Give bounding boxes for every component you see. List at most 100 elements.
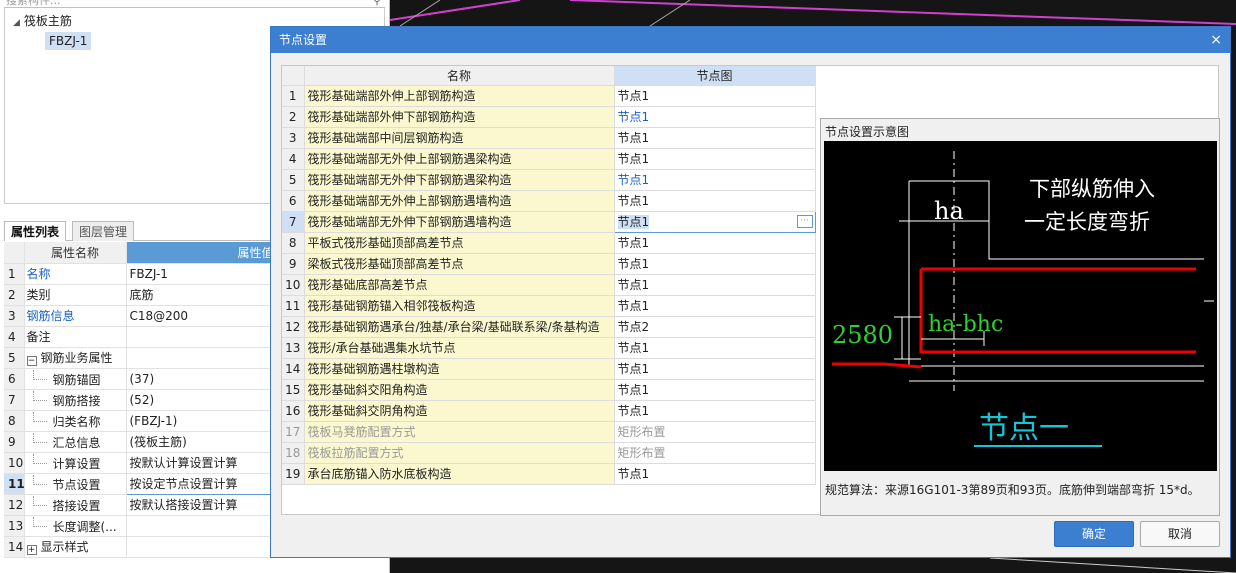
grid-row-number: 18 [282, 442, 305, 464]
grid-row[interactable]: 13 筏形/承台基础遇集水坑节点 节点1 [282, 337, 816, 359]
grid-name-cell: 筏形基础端部中间层钢筋构造 [304, 127, 615, 149]
grid-node-cell[interactable]: 节点1 ··· [613, 210, 816, 233]
close-icon[interactable]: × [1210, 27, 1222, 53]
property-name: 显示样式 [40, 540, 89, 554]
grid-name-cell: 筏形/承台基础遇集水坑节点 [304, 337, 615, 359]
tree-root-item[interactable]: ◢ 筏板主筋 [13, 12, 72, 30]
grid-node-cell[interactable]: 节点1 [614, 148, 816, 170]
grid-row-number: 5 [282, 169, 305, 191]
grid-row[interactable]: 3 筏形基础端部中间层钢筋构造 节点1 [282, 127, 816, 149]
grid-node-cell[interactable]: 节点1 [614, 274, 816, 296]
grid-node-cell[interactable]: 节点1 [614, 85, 816, 107]
grid-row[interactable]: 15 筏形基础斜交阳角构造 节点1 [282, 379, 816, 401]
row-number: 14 [4, 536, 25, 558]
grid-node-cell[interactable]: 节点1 [614, 295, 816, 317]
grid-row-number: 17 [282, 421, 305, 443]
node-diagram: ha 下部纵筋伸入 一定长度弯折 2580 ha-bhc 节点一 [824, 141, 1217, 471]
label-text1: 下部纵筋伸入 [1029, 177, 1155, 201]
grid-node-cell[interactable]: 节点1 [614, 463, 816, 485]
collapse-icon[interactable]: − [26, 356, 37, 366]
row-number: 4 [4, 326, 25, 348]
property-name-cell: 长度调整(... [24, 515, 127, 537]
grid-header-name: 名称 [304, 66, 615, 86]
grid-node-cell[interactable]: 节点1 [614, 232, 816, 254]
row-number: 13 [4, 515, 25, 537]
grid-row-number: 15 [282, 379, 305, 401]
property-name-cell: 计算设置 [24, 452, 127, 474]
grid-node-cell[interactable]: 矩形布置 [614, 421, 816, 443]
property-name: 汇总信息 [52, 435, 101, 450]
row-number: 1 [4, 263, 25, 285]
ok-button[interactable]: 确定 [1054, 521, 1134, 547]
grid-node-cell[interactable]: 节点1 [614, 106, 816, 128]
label-text2: 一定长度弯折 [1024, 210, 1150, 234]
property-name-cell: 名称 [24, 263, 127, 285]
grid-node-cell[interactable]: 节点1 [614, 337, 816, 359]
ellipsis-button-icon[interactable]: ··· [796, 214, 813, 228]
grid-row[interactable]: 12 筏形基础钢筋遇承台/独基/承台梁/基础联系梁/条基构造 节点2 [282, 316, 816, 338]
row-number: 5 [4, 347, 25, 369]
grid-row[interactable]: 16 筏形基础斜交阴角构造 节点1 [282, 400, 816, 422]
grid-name-cell: 筏板拉筋配置方式 [304, 442, 615, 464]
grid-row-number: 19 [282, 463, 305, 485]
grid-name-cell: 平板式筏形基础顶部高差节点 [304, 232, 615, 254]
grid-node-cell[interactable]: 节点1 [614, 379, 816, 401]
row-number: 3 [4, 305, 25, 327]
grid-name-cell: 筏形基础端部外伸下部钢筋构造 [304, 106, 615, 128]
expand-icon[interactable]: + [26, 545, 37, 555]
grid-row[interactable]: 6 筏形基础端部无外伸上部钢筋遇墙构造 节点1 [282, 190, 816, 212]
tab-layer-manager[interactable]: 图层管理 [72, 221, 135, 241]
grid-row[interactable]: 9 梁板式筏形基础顶部高差节点 节点1 [282, 253, 816, 275]
property-name: 名称 [26, 267, 51, 281]
grid-row[interactable]: 7 筏形基础端部无外伸下部钢筋遇墙构造 节点1 ··· [282, 210, 816, 233]
property-name-cell: 钢筋信息 [24, 305, 127, 327]
grid-row-number: 11 [282, 295, 305, 317]
collapse-triangle-icon[interactable]: ◢ [13, 18, 20, 28]
grid-node-cell[interactable]: 节点1 [614, 358, 816, 380]
grid-node-cell[interactable]: 节点1 [614, 190, 816, 212]
property-name: 类别 [26, 288, 51, 302]
tree-indent [32, 432, 47, 443]
search-input[interactable]: 搜索构件... [6, 0, 61, 7]
tree-indent [32, 369, 47, 380]
dialog-titlebar: 节点设置 × [271, 27, 1230, 53]
grid-row[interactable]: 19 承台底筋锚入防水底板构造 节点1 [282, 463, 816, 485]
search-icon[interactable]: ⚲ [373, 0, 381, 7]
grid-node-cell[interactable]: 节点1 [614, 400, 816, 422]
grid-row[interactable]: 11 筏形基础钢筋锚入相邻筏板构造 节点1 [282, 295, 816, 317]
node-edit-value[interactable]: 节点1 [617, 215, 650, 229]
grid-row[interactable]: 1 筏形基础端部外伸上部钢筋构造 节点1 [282, 85, 816, 107]
grid-row[interactable]: 17 筏板马凳筋配置方式 矩形布置 [282, 421, 816, 443]
property-name-cell: 搭接设置 [24, 494, 127, 516]
grid-node-cell[interactable]: 节点1 [614, 169, 816, 191]
grid-row-number: 12 [282, 316, 305, 338]
grid-node-cell[interactable]: 矩形布置 [614, 442, 816, 464]
tree-indent [32, 390, 47, 401]
row-number: 2 [4, 284, 25, 306]
grid-node-cell[interactable]: 节点2 [614, 316, 816, 338]
tree-indent [32, 516, 47, 527]
tree-item-fbzj-1[interactable]: FBZJ-1 [45, 32, 92, 50]
grid-node-cell[interactable]: 节点1 [614, 253, 816, 275]
property-name-cell: 钢筋搭接 [24, 389, 127, 411]
grid-row[interactable]: 5 筏形基础端部无外伸下部钢筋遇梁构造 节点1 [282, 169, 816, 191]
node-settings-dialog: 节点设置 × 名称 节点图 1 筏形基础端部外伸上部钢筋构造 节点1 2 筏形基础端部外… [270, 26, 1231, 558]
grid-name-cell: 筏板马凳筋配置方式 [304, 421, 615, 443]
label-ha-bhc: ha-bhc [928, 312, 1003, 337]
grid-row[interactable]: 18 筏板拉筋配置方式 矩形布置 [282, 442, 816, 464]
tab-property-list[interactable]: 属性列表 [4, 221, 67, 241]
search-box[interactable]: 搜索构件... ⚲ [4, 0, 385, 8]
cancel-button[interactable]: 取消 [1140, 521, 1220, 547]
grid-row[interactable]: 8 平板式筏形基础顶部高差节点 节点1 [282, 232, 816, 254]
grid-name-cell: 筏形基础端部外伸上部钢筋构造 [304, 85, 615, 107]
grid-node-cell[interactable]: 节点1 [614, 127, 816, 149]
grid-row[interactable]: 14 筏形基础钢筋遇柱墩构造 节点1 [282, 358, 816, 380]
tree-indent [32, 453, 47, 464]
grid-row-number: 10 [282, 274, 305, 296]
grid-row[interactable]: 10 筏形基础底部高差节点 节点1 [282, 274, 816, 296]
grid-row[interactable]: 2 筏形基础端部外伸下部钢筋构造 节点1 [282, 106, 816, 128]
dialog-title: 节点设置 [279, 33, 328, 47]
grid-header-node: 节点图 [614, 66, 816, 86]
grid-row[interactable]: 4 筏形基础端部无外伸上部钢筋遇梁构造 节点1 [282, 148, 816, 170]
grid-name-cell: 筏形基础端部无外伸下部钢筋遇梁构造 [304, 169, 615, 191]
